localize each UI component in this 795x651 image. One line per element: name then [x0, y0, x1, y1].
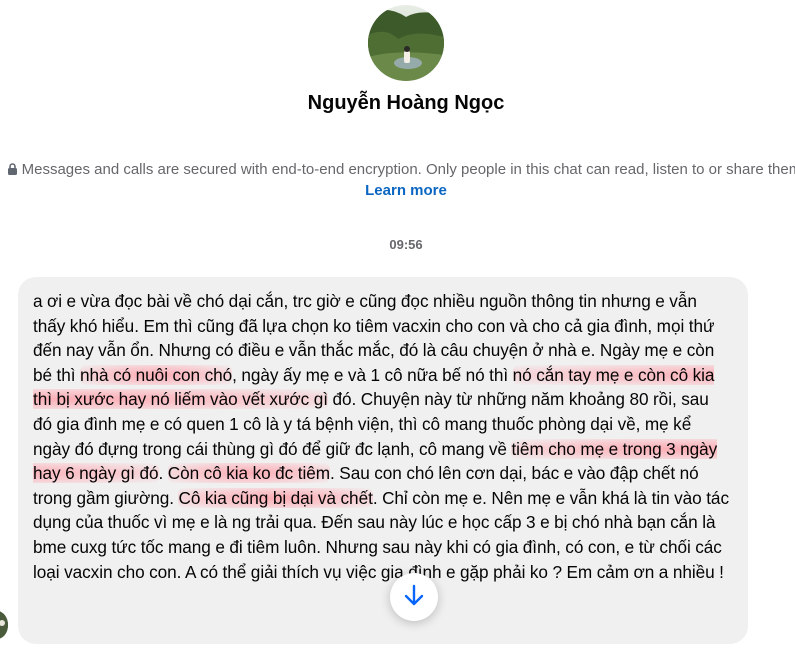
lock-icon	[7, 161, 18, 181]
contact-avatar[interactable]	[368, 5, 444, 81]
message-segment: .	[158, 463, 168, 484]
message-bubble[interactable]: a ơi e vừa đọc bài về chó dại cắn, trc g…	[18, 277, 748, 644]
highlighted-text: Cô kia cũng bị dại và chết	[178, 487, 373, 508]
sender-avatar[interactable]	[0, 611, 8, 639]
scroll-to-bottom-button[interactable]	[390, 573, 438, 621]
encryption-notice: Messages and calls are secured with end-…	[0, 160, 795, 201]
highlighted-text: nhà có nuôi con chó	[80, 364, 233, 385]
learn-more-link[interactable]: Learn more	[365, 182, 447, 199]
message-timestamp: 09:56	[389, 237, 423, 252]
arrow-down-icon	[403, 583, 425, 612]
highlighted-text: Còn cô kia ko đc tiêm	[167, 463, 331, 484]
encryption-text: Messages and calls are secured with end-…	[21, 161, 795, 178]
message-text: a ơi e vừa đọc bài về chó dại cắn, trc g…	[33, 289, 732, 584]
message-segment: , ngày ấy mẹ e và 1 cô nữa bế nó thì	[232, 364, 513, 385]
contact-name: Nguyễn Hoàng Ngọc	[307, 92, 505, 114]
